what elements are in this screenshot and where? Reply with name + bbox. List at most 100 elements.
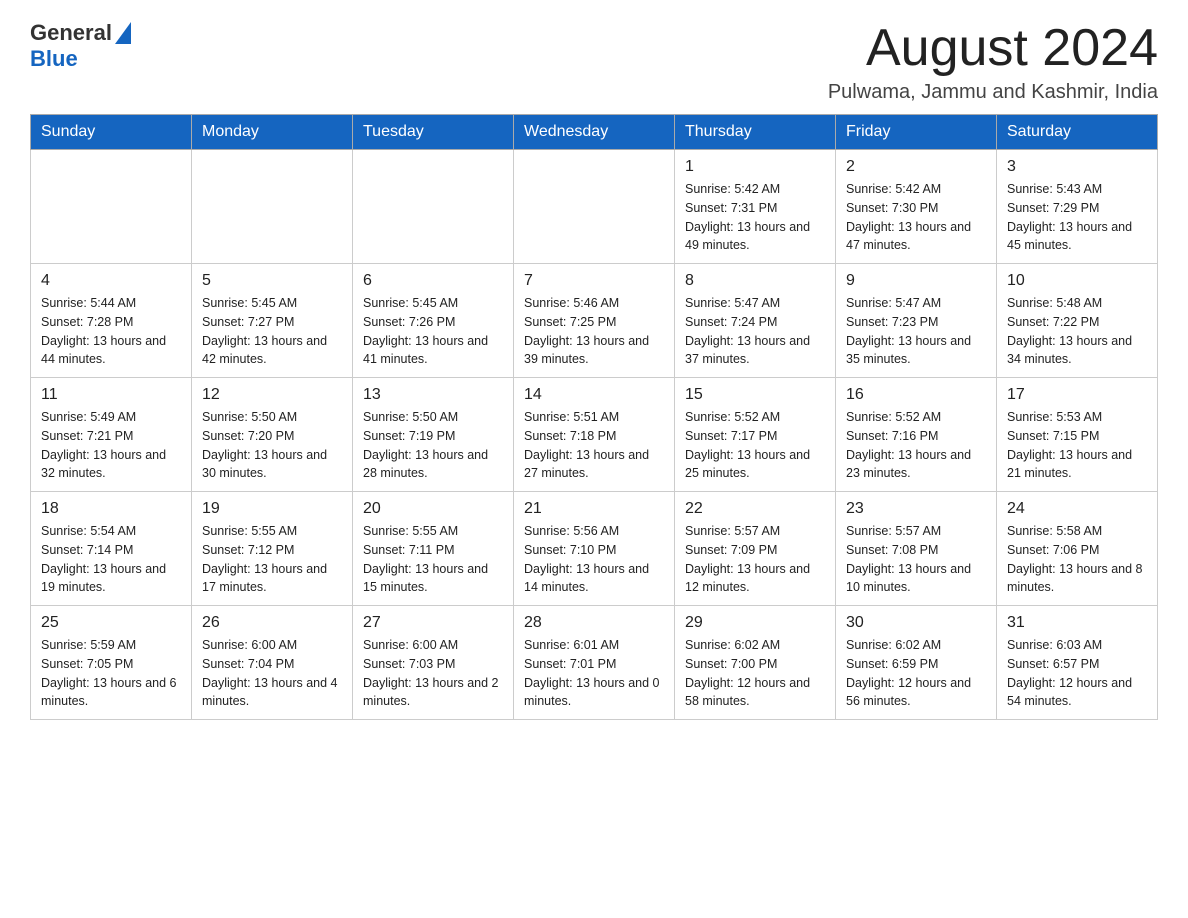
day-info: Sunrise: 5:55 AMSunset: 7:11 PMDaylight:… <box>363 522 503 597</box>
day-info: Sunrise: 5:57 AMSunset: 7:08 PMDaylight:… <box>846 522 986 597</box>
calendar-cell: 28Sunrise: 6:01 AMSunset: 7:01 PMDayligh… <box>514 606 675 720</box>
calendar-cell: 20 Sunrise: 5:55 AMSunset: 7:11 PMDayligh… <box>353 492 514 606</box>
calendar-cell: 14Sunrise: 5:51 AMSunset: 7:18 PMDayligh… <box>514 378 675 492</box>
day-number: 4 <box>41 272 181 290</box>
day-info: Sunrise: 5:46 AMSunset: 7:25 PMDaylight:… <box>524 294 664 369</box>
calendar-cell: 23 Sunrise: 5:57 AMSunset: 7:08 PMDayligh… <box>836 492 997 606</box>
day-number: 26 <box>202 614 342 632</box>
day-info: Sunrise: 5:43 AMSunset: 7:29 PMDaylight:… <box>1007 180 1147 255</box>
day-number: 16 <box>846 386 986 404</box>
day-number: 10 <box>1007 272 1147 290</box>
weekday-header-thursday: Thursday <box>675 115 836 150</box>
day-number: 17 <box>1007 386 1147 404</box>
calendar-cell: 3 Sunrise: 5:43 AMSunset: 7:29 PMDaylight… <box>997 150 1158 264</box>
day-number: 15 <box>685 386 825 404</box>
day-number: 3 <box>1007 158 1147 176</box>
day-number: 25 <box>41 614 181 632</box>
calendar-cell: 25 Sunrise: 5:59 AMSunset: 7:05 PMDayligh… <box>31 606 192 720</box>
calendar-cell: 19 Sunrise: 5:55 AMSunset: 7:12 PMDayligh… <box>192 492 353 606</box>
calendar-cell: 6 Sunrise: 5:45 AMSunset: 7:26 PMDaylight… <box>353 264 514 378</box>
calendar-cell: 1 Sunrise: 5:42 AMSunset: 7:31 PMDaylight… <box>675 150 836 264</box>
day-info: Sunrise: 5:57 AMSunset: 7:09 PMDaylight:… <box>685 522 825 597</box>
weekday-header-tuesday: Tuesday <box>353 115 514 150</box>
day-info: Sunrise: 5:54 AMSunset: 7:14 PMDaylight:… <box>41 522 181 597</box>
calendar-week-row: 18 Sunrise: 5:54 AMSunset: 7:14 PMDayligh… <box>31 492 1158 606</box>
day-number: 30 <box>846 614 986 632</box>
day-number: 19 <box>202 500 342 518</box>
weekday-header-friday: Friday <box>836 115 997 150</box>
day-info: Sunrise: 5:56 AMSunset: 7:10 PMDaylight:… <box>524 522 664 597</box>
calendar-cell: 7 Sunrise: 5:46 AMSunset: 7:25 PMDaylight… <box>514 264 675 378</box>
day-number: 21 <box>524 500 664 518</box>
title-section: August 2024 Pulwama, Jammu and Kashmir, … <box>828 20 1158 104</box>
calendar-week-row: 1 Sunrise: 5:42 AMSunset: 7:31 PMDaylight… <box>31 150 1158 264</box>
location-title: Pulwama, Jammu and Kashmir, India <box>828 81 1158 104</box>
day-info: Sunrise: 6:00 AMSunset: 7:03 PMDaylight:… <box>363 636 503 711</box>
calendar-week-row: 11 Sunrise: 5:49 AMSunset: 7:21 PMDayligh… <box>31 378 1158 492</box>
calendar-cell <box>514 150 675 264</box>
weekday-header-sunday: Sunday <box>31 115 192 150</box>
calendar-cell: 15 Sunrise: 5:52 AMSunset: 7:17 PMDayligh… <box>675 378 836 492</box>
month-title: August 2024 <box>828 20 1158 77</box>
calendar-cell: 31Sunrise: 6:03 AMSunset: 6:57 PMDayligh… <box>997 606 1158 720</box>
day-number: 6 <box>363 272 503 290</box>
day-number: 11 <box>41 386 181 404</box>
day-number: 27 <box>363 614 503 632</box>
calendar-cell <box>353 150 514 264</box>
day-info: Sunrise: 5:58 AMSunset: 7:06 PMDaylight:… <box>1007 522 1147 597</box>
day-info: Sunrise: 5:49 AMSunset: 7:21 PMDaylight:… <box>41 408 181 483</box>
calendar-cell: 11 Sunrise: 5:49 AMSunset: 7:21 PMDayligh… <box>31 378 192 492</box>
day-info: Sunrise: 5:59 AMSunset: 7:05 PMDaylight:… <box>41 636 181 711</box>
calendar-cell: 27 Sunrise: 6:00 AMSunset: 7:03 PMDayligh… <box>353 606 514 720</box>
day-info: Sunrise: 5:47 AMSunset: 7:24 PMDaylight:… <box>685 294 825 369</box>
day-info: Sunrise: 5:47 AMSunset: 7:23 PMDaylight:… <box>846 294 986 369</box>
day-number: 20 <box>363 500 503 518</box>
day-number: 2 <box>846 158 986 176</box>
day-number: 1 <box>685 158 825 176</box>
day-number: 12 <box>202 386 342 404</box>
calendar-cell: 5 Sunrise: 5:45 AMSunset: 7:27 PMDaylight… <box>192 264 353 378</box>
day-info: Sunrise: 5:55 AMSunset: 7:12 PMDaylight:… <box>202 522 342 597</box>
day-number: 14 <box>524 386 664 404</box>
day-info: Sunrise: 5:42 AMSunset: 7:31 PMDaylight:… <box>685 180 825 255</box>
weekday-header-monday: Monday <box>192 115 353 150</box>
day-number: 22 <box>685 500 825 518</box>
day-info: Sunrise: 5:45 AMSunset: 7:26 PMDaylight:… <box>363 294 503 369</box>
calendar-cell: 29 Sunrise: 6:02 AMSunset: 7:00 PMDayligh… <box>675 606 836 720</box>
day-info: Sunrise: 6:02 AMSunset: 6:59 PMDaylight:… <box>846 636 986 711</box>
day-number: 7 <box>524 272 664 290</box>
calendar-cell: 10Sunrise: 5:48 AMSunset: 7:22 PMDayligh… <box>997 264 1158 378</box>
calendar-cell: 18 Sunrise: 5:54 AMSunset: 7:14 PMDayligh… <box>31 492 192 606</box>
day-number: 5 <box>202 272 342 290</box>
calendar-cell: 2 Sunrise: 5:42 AMSunset: 7:30 PMDaylight… <box>836 150 997 264</box>
calendar-cell: 4 Sunrise: 5:44 AMSunset: 7:28 PMDaylight… <box>31 264 192 378</box>
day-info: Sunrise: 5:45 AMSunset: 7:27 PMDaylight:… <box>202 294 342 369</box>
day-info: Sunrise: 6:02 AMSunset: 7:00 PMDaylight:… <box>685 636 825 711</box>
day-info: Sunrise: 6:00 AMSunset: 7:04 PMDaylight:… <box>202 636 342 711</box>
weekday-header-wednesday: Wednesday <box>514 115 675 150</box>
calendar-cell: 16 Sunrise: 5:52 AMSunset: 7:16 PMDayligh… <box>836 378 997 492</box>
calendar-week-row: 4 Sunrise: 5:44 AMSunset: 7:28 PMDaylight… <box>31 264 1158 378</box>
day-info: Sunrise: 5:50 AMSunset: 7:20 PMDaylight:… <box>202 408 342 483</box>
day-info: Sunrise: 5:53 AMSunset: 7:15 PMDaylight:… <box>1007 408 1147 483</box>
day-number: 28 <box>524 614 664 632</box>
day-number: 8 <box>685 272 825 290</box>
calendar-cell: 30 Sunrise: 6:02 AMSunset: 6:59 PMDayligh… <box>836 606 997 720</box>
day-info: Sunrise: 5:42 AMSunset: 7:30 PMDaylight:… <box>846 180 986 255</box>
calendar-week-row: 25 Sunrise: 5:59 AMSunset: 7:05 PMDayligh… <box>31 606 1158 720</box>
day-info: Sunrise: 5:52 AMSunset: 7:16 PMDaylight:… <box>846 408 986 483</box>
calendar-cell: 12 Sunrise: 5:50 AMSunset: 7:20 PMDayligh… <box>192 378 353 492</box>
day-info: Sunrise: 5:44 AMSunset: 7:28 PMDaylight:… <box>41 294 181 369</box>
calendar-cell <box>192 150 353 264</box>
calendar-cell <box>31 150 192 264</box>
day-number: 29 <box>685 614 825 632</box>
page-header: General Blue August 2024 Pulwama, Jammu … <box>30 20 1158 104</box>
day-number: 9 <box>846 272 986 290</box>
day-info: Sunrise: 5:52 AMSunset: 7:17 PMDaylight:… <box>685 408 825 483</box>
day-number: 18 <box>41 500 181 518</box>
day-number: 31 <box>1007 614 1147 632</box>
calendar-table: SundayMondayTuesdayWednesdayThursdayFrid… <box>30 114 1158 720</box>
day-number: 23 <box>846 500 986 518</box>
day-info: Sunrise: 5:50 AMSunset: 7:19 PMDaylight:… <box>363 408 503 483</box>
calendar-cell: 13Sunrise: 5:50 AMSunset: 7:19 PMDayligh… <box>353 378 514 492</box>
